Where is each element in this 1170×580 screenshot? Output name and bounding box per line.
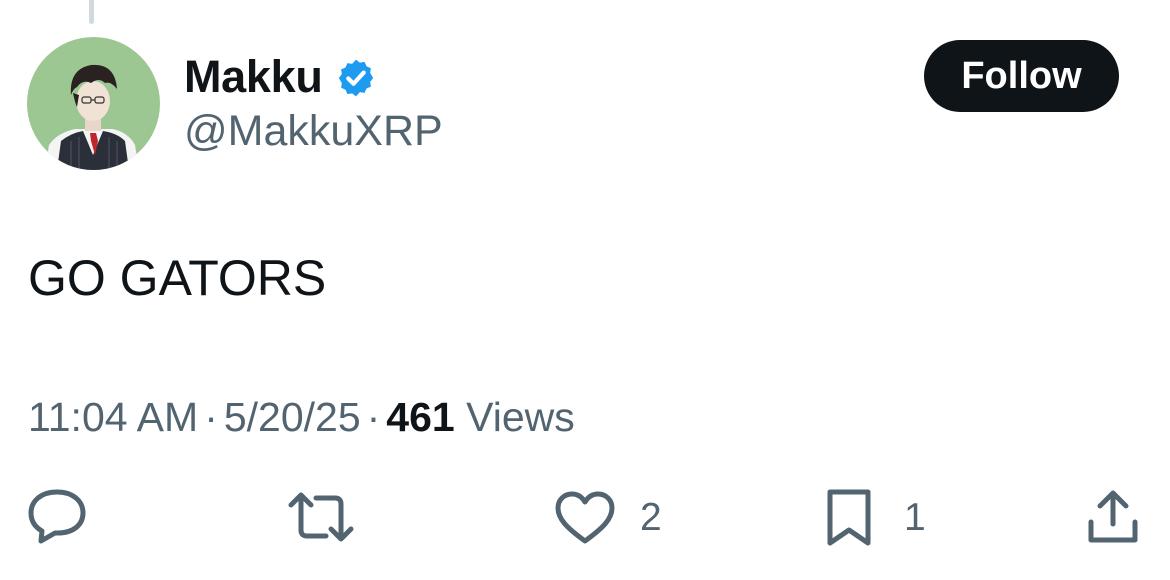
meta-separator: · [366, 394, 381, 440]
avatar[interactable] [27, 37, 160, 170]
author-handle[interactable]: @MakkuXRP [184, 103, 443, 159]
like-count: 2 [640, 496, 662, 539]
retweet-icon[interactable] [288, 492, 354, 542]
follow-button[interactable]: Follow [924, 40, 1119, 112]
avatar-illustration [27, 37, 160, 170]
verified-badge-icon[interactable] [335, 56, 377, 98]
display-name-text: Makku [184, 51, 323, 102]
tweet-text: GO GATORS [28, 250, 327, 306]
bookmark-count: 1 [904, 496, 926, 539]
bookmark-icon[interactable] [826, 488, 872, 547]
tweet-time[interactable]: 11:04 AM [28, 394, 198, 440]
views-count: 461 [386, 394, 455, 440]
author-display-name[interactable]: Makku [184, 49, 377, 105]
reply-icon[interactable] [27, 488, 87, 544]
share-icon[interactable] [1087, 490, 1139, 544]
views-label: Views [466, 394, 575, 440]
meta-separator: · [204, 394, 218, 440]
thread-connector-line [89, 0, 94, 24]
tweet-meta: 11:04 AM · 5/20/25 · 461 Views [28, 391, 575, 443]
heart-icon[interactable] [555, 491, 615, 545]
tweet-date[interactable]: 5/20/25 [224, 394, 361, 440]
